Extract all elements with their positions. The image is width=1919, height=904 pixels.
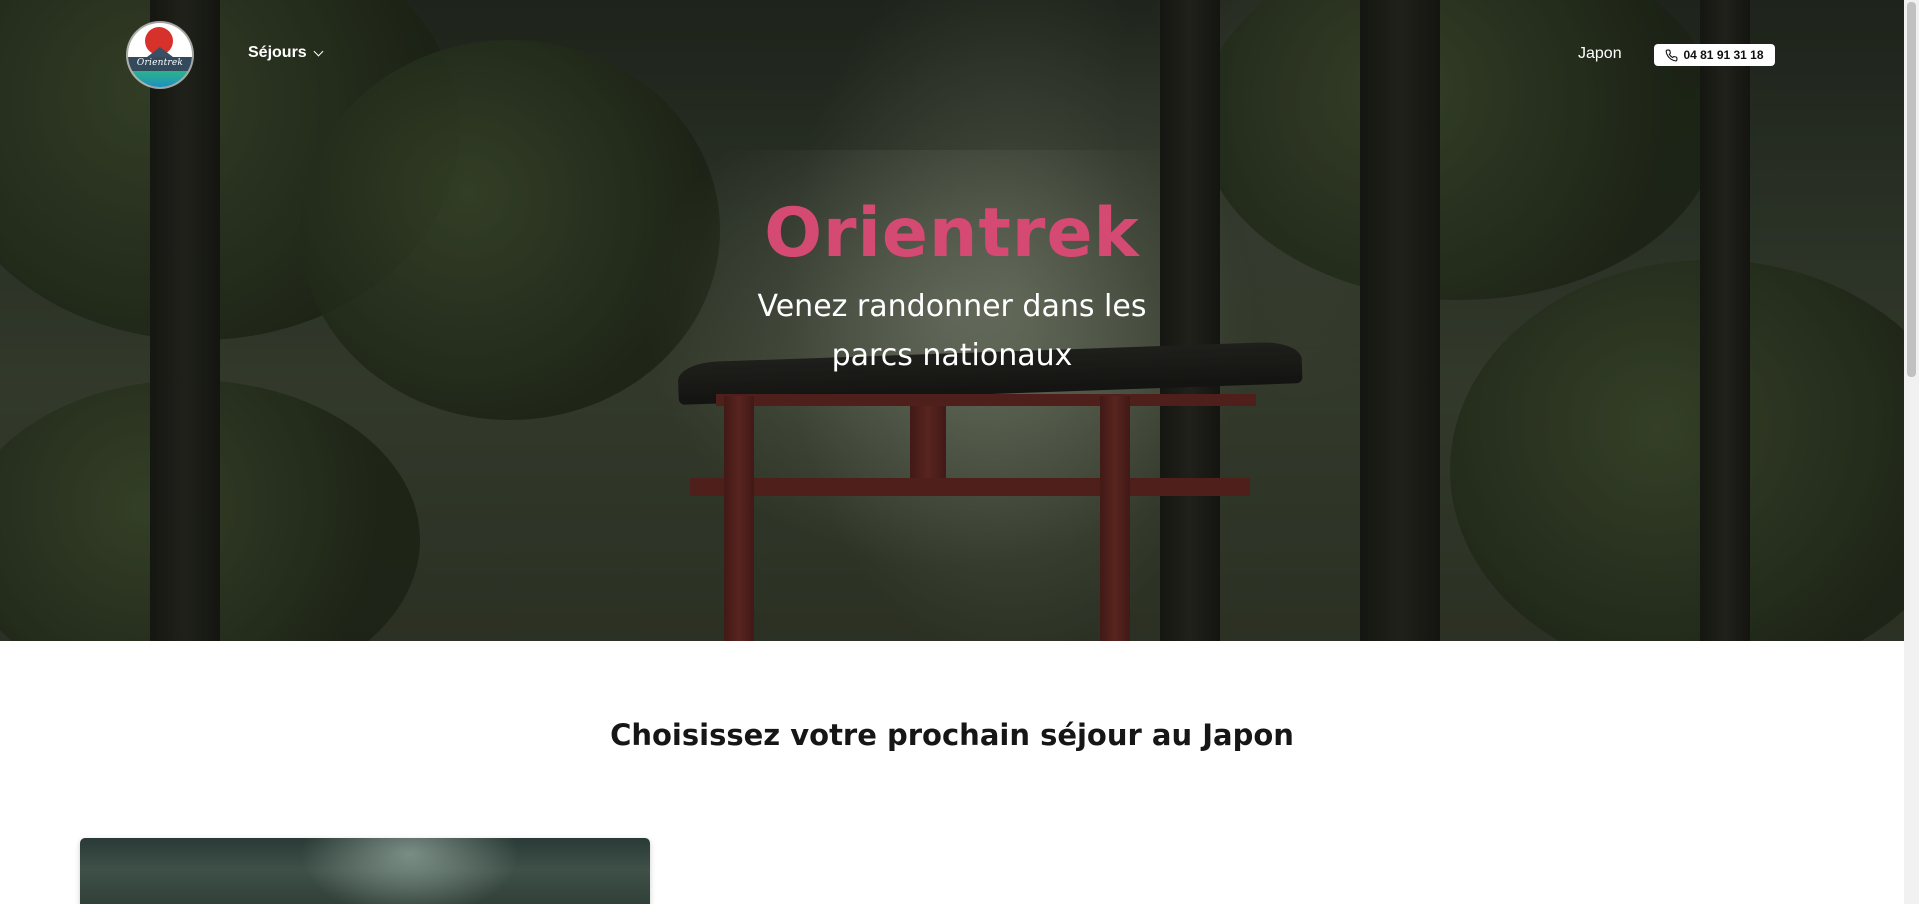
- nav-sejours-label: Séjours: [248, 44, 307, 61]
- trip-card[interactable]: [80, 838, 650, 904]
- hero-banner: Orientrek Séjours Japon 04 81 91 31 18 O…: [0, 0, 1904, 641]
- chevron-down-icon: [313, 46, 324, 57]
- page-scrollbar[interactable]: [1904, 0, 1919, 904]
- phone-button[interactable]: 04 81 91 31 18: [1654, 44, 1775, 66]
- phone-icon: [1665, 49, 1678, 62]
- logo-sea: [128, 71, 192, 87]
- hero-text: Orientrek Venez randonner dans les parcs…: [0, 190, 1904, 380]
- site-header: Orientrek Séjours Japon 04 81 91 31 18: [0, 0, 1904, 110]
- hero-subtitle: Venez randonner dans les parcs nationaux: [757, 289, 1147, 373]
- section-title: Choisissez votre prochain séjour au Japo…: [610, 718, 1294, 752]
- trip-card-image: [300, 838, 520, 904]
- logo-text: Orientrek: [136, 58, 184, 68]
- nav-link-japon[interactable]: Japon: [1578, 45, 1622, 63]
- nav-sejours-dropdown[interactable]: Séjours: [248, 44, 324, 62]
- phone-number: 04 81 91 31 18: [1683, 48, 1764, 62]
- hero-title: Orientrek: [764, 194, 1140, 273]
- scrollbar-thumb[interactable]: [1907, 2, 1916, 377]
- page: Orientrek Séjours Japon 04 81 91 31 18 O…: [0, 0, 1919, 904]
- site-logo[interactable]: Orientrek: [128, 23, 192, 87]
